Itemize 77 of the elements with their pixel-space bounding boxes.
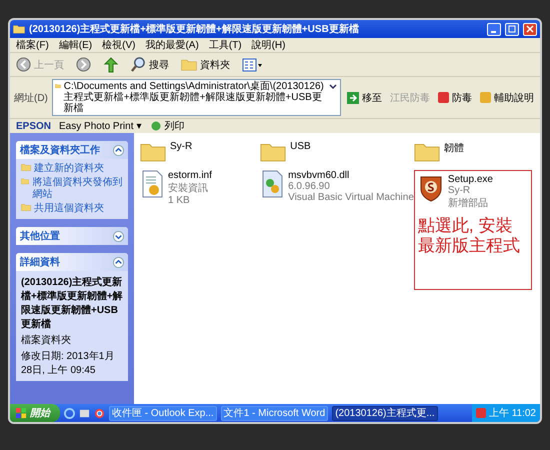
- views-icon: [242, 58, 262, 72]
- toolbar-link[interactable]: 防毒: [436, 90, 474, 104]
- file-detail: 安裝資訊: [168, 182, 209, 195]
- annotation-text: 點選此, 安裝最新版主程式: [418, 216, 521, 256]
- file-name: Setup.exe: [448, 174, 493, 185]
- file-detail: Visual Basic Virtual Machine: [288, 192, 414, 203]
- file-item[interactable]: Sy-R: [140, 141, 260, 162]
- up-folder-button[interactable]: [101, 56, 121, 72]
- search-icon: [131, 57, 146, 72]
- folder-name: (20130126)主程式更新檔+標準版更新韌體+解限速版更新韌體+USB更新檔: [21, 275, 123, 331]
- file-item[interactable]: 韌體: [414, 141, 534, 162]
- close-icon: [526, 25, 534, 33]
- file-detail: 1 KB: [168, 194, 191, 206]
- menu-item[interactable]: 工具(T): [208, 38, 242, 52]
- views-button[interactable]: [240, 58, 264, 72]
- print-icon: [151, 121, 162, 131]
- taskbar-button[interactable]: 收件匣 - Outlook Exp...: [109, 406, 217, 420]
- windows-logo-icon: [16, 408, 27, 418]
- folder-icon: [54, 81, 61, 91]
- clock: 上午 11:02: [488, 406, 536, 420]
- folder-icon: [140, 141, 166, 162]
- menu-item[interactable]: 我的最愛(A): [145, 38, 199, 52]
- forward-button[interactable]: [74, 57, 93, 72]
- file-name: USB: [290, 141, 311, 152]
- panel-header[interactable]: 檔案及資料夾工作: [16, 141, 128, 159]
- folder-type: 檔案資料夾: [21, 334, 72, 347]
- maximize-icon: [508, 25, 516, 33]
- window-title: (20130126)主程式更新檔+標準版更新韌體+解限速版更新韌體+USB更新檔: [29, 22, 360, 36]
- up-arrow-icon: [103, 56, 119, 72]
- address-field[interactable]: C:\Documents and Settings\Administrator\桌面\(20130126)主程式更新檔+標準版更新韌體+解限速版更新韌體+USB更新檔: [52, 79, 341, 116]
- file-item[interactable]: msvbvm60.dll 6.0.96.90 Visual Basic Virtual Machine: [260, 170, 414, 290]
- print-button[interactable]: 列印: [149, 119, 186, 133]
- task-link[interactable]: 建立新的資料夾: [21, 163, 123, 175]
- browser-icon[interactable]: [64, 408, 75, 418]
- photo-print-menu[interactable]: Easy Photo Print ▾: [57, 120, 144, 132]
- dropdown-icon: [328, 82, 338, 92]
- folder-icon: [414, 141, 440, 162]
- gear-file-icon: [260, 170, 284, 198]
- go-arrow-icon: [347, 92, 359, 104]
- file-name: Sy-R: [170, 141, 192, 152]
- settings-file-icon: [140, 170, 164, 198]
- file-item[interactable]: estorm.inf 安裝資訊 1 KB: [140, 170, 260, 290]
- panel-header[interactable]: 其他位置: [16, 227, 128, 245]
- folders-button[interactable]: 資料夾: [179, 58, 232, 72]
- desktop-icon[interactable]: [79, 408, 90, 418]
- task-link[interactable]: 共用這個資料夾: [21, 203, 123, 215]
- back-icon: [16, 57, 31, 72]
- file-name: msvbvm60.dll: [288, 170, 350, 181]
- file-name: estorm.inf: [168, 170, 212, 181]
- folder-icon: [13, 24, 25, 34]
- folder-icon: [260, 141, 286, 162]
- file-detail: 6.0.96.90: [288, 180, 331, 192]
- forward-icon: [76, 57, 91, 72]
- go-button[interactable]: 移至: [345, 90, 384, 104]
- search-button[interactable]: 搜尋: [129, 57, 171, 72]
- minimize-button[interactable]: [487, 22, 501, 36]
- menu-item[interactable]: 檔案(F): [16, 38, 49, 52]
- task-link[interactable]: 將這個資料夾發佈到網站: [21, 177, 123, 201]
- toolbar-link[interactable]: 輔助說明: [478, 90, 536, 104]
- panel-header[interactable]: 詳細資料: [16, 253, 128, 271]
- file-item[interactable]: Setup.exe Sy-R 新增部品: [418, 174, 528, 210]
- file-name: 韌體: [444, 142, 464, 155]
- folder-icon: [181, 58, 197, 71]
- file-detail: 新增部品: [448, 196, 489, 210]
- close-button[interactable]: [523, 22, 537, 36]
- epson-logo: EPSON: [16, 120, 52, 132]
- menu-item[interactable]: 檢視(V): [102, 38, 136, 52]
- menu-item[interactable]: 編輯(E): [58, 38, 92, 52]
- file-item[interactable]: USB: [260, 141, 414, 162]
- maximize-button[interactable]: [505, 22, 519, 36]
- file-detail: Sy-R: [448, 184, 472, 196]
- taskbar-button[interactable]: 文件1 - Microsoft Word: [220, 406, 328, 420]
- taskbar-button[interactable]: (20130126)主程式更...: [332, 406, 438, 420]
- modified-date: 修改日期: 2013年1月28日, 上午 09:45: [21, 350, 116, 377]
- folder-icon: [21, 203, 31, 211]
- menu-item[interactable]: 說明(H): [252, 38, 286, 52]
- address-label: 網址(D): [14, 92, 48, 104]
